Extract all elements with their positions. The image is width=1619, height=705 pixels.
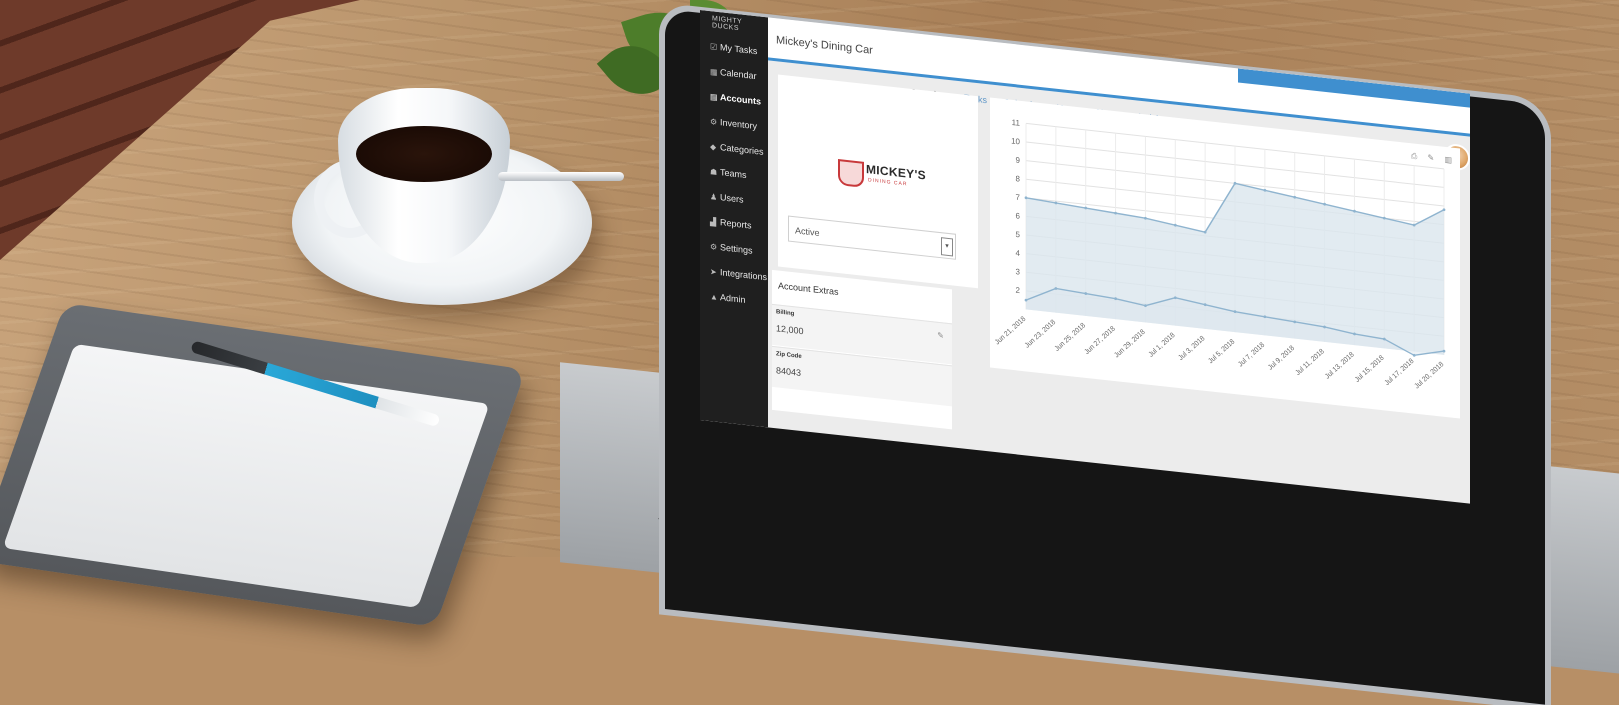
sidebar-item-label: Inventory: [720, 117, 758, 132]
status-select-value: Active: [795, 225, 820, 238]
x-tick-label: Jun 29, 2018: [1113, 328, 1147, 359]
y-tick-label: 10: [1011, 136, 1020, 146]
y-tick-label: 7: [1016, 193, 1021, 203]
x-tick-label: Jul 17, 2018: [1384, 358, 1416, 388]
sidebar-item-teams[interactable]: ☗ Teams: [710, 164, 747, 182]
x-tick-label: Jul 9, 2018: [1267, 345, 1296, 372]
sidebar-item-label: Teams: [720, 167, 747, 181]
x-tick-label: Jun 21, 2018: [994, 315, 1028, 346]
coffee-image: [356, 126, 492, 182]
sidebar-item-label: Reports: [720, 217, 752, 231]
sidebar-item-label: Calendar: [720, 67, 757, 82]
spoon-image: [498, 172, 624, 181]
sidebar-item-admin[interactable]: ▲ Admin: [710, 289, 746, 307]
x-tick-label: Jul 5, 2018: [1207, 338, 1236, 365]
x-tick-label: Jul 15, 2018: [1354, 354, 1386, 384]
y-tick-label: 3: [1016, 267, 1021, 277]
y-tick-label: 6: [1016, 211, 1021, 221]
sidebar-item-integrations[interactable]: ➤ Integrations: [710, 264, 767, 284]
account-logo: MICKEY'S DINING CAR: [838, 155, 928, 199]
data-point: [1024, 196, 1028, 200]
sidebar-item-users[interactable]: ♟ Users: [710, 189, 744, 207]
chevron-down-icon: ▾: [941, 237, 953, 257]
status-select[interactable]: Active ▾: [788, 215, 956, 260]
page-title: Mickey's Dining Car: [776, 34, 873, 57]
sidebar-item-calendar[interactable]: ▦ Calendar: [710, 64, 757, 83]
user-icon: ♟: [710, 192, 718, 202]
calendar-icon: ▦: [710, 67, 718, 77]
building-icon: ▤: [710, 92, 718, 102]
x-tick-label: Jul 1, 2018: [1148, 332, 1177, 359]
y-tick-label: 9: [1016, 155, 1021, 165]
x-tick-label: Jun 25, 2018: [1054, 322, 1088, 353]
x-tick-label: Jul 11, 2018: [1294, 348, 1326, 377]
y-tick-label: 5: [1016, 230, 1021, 240]
y-tick-label: 4: [1016, 248, 1021, 258]
area-chart: 234567891011Jun 21, 2018Jun 23, 2018Jun …: [994, 118, 1446, 391]
drawing-tablet-surface: [2, 343, 490, 608]
lock-icon: ▲: [710, 292, 718, 302]
sidebar-item-label: Admin: [720, 292, 746, 305]
chart-icon: ▟: [710, 217, 717, 227]
coffee-cup-icon: [838, 158, 864, 188]
sidebar-item-my-tasks[interactable]: ☑ My Tasks: [710, 39, 757, 58]
sidebar-item-label: My Tasks: [720, 42, 758, 57]
chart-card: ⎙ ✎ ▥ 2 3 4 5 6 7 8 9 10 11 Jun 21, 2018 Jun 23, 20…: [990, 97, 1460, 419]
billing-label: Billing: [776, 309, 795, 318]
x-tick-label: Jul 3, 2018: [1177, 335, 1206, 362]
sidebar-item-label: Accounts: [720, 92, 762, 107]
sidebar-item-label: Categories: [720, 142, 764, 157]
checkbox-icon: ☑: [710, 42, 718, 52]
y-tick-label: 11: [1012, 118, 1021, 128]
brand-logo: MIGHTY DUCKS: [712, 15, 743, 33]
app-screen: MIGHTY DUCKS ☑ My Tasks ▦ Calendar ▤ Accounts…: [700, 10, 1470, 504]
plane-icon: ➤: [710, 267, 717, 277]
account-logo-card: MICKEY'S DINING CAR Active ▾: [778, 74, 978, 289]
x-tick-label: Jun 27, 2018: [1083, 325, 1117, 356]
team-icon: ☗: [710, 167, 718, 177]
gears-icon: ⚙: [710, 242, 718, 252]
x-tick-label: Jun 23, 2018: [1024, 319, 1058, 350]
y-tick-label: 8: [1016, 174, 1021, 184]
sidebar-item-inventory[interactable]: ⚙ Inventory: [710, 114, 757, 133]
sidebar-item-reports[interactable]: ▟ Reports: [710, 214, 752, 233]
sidebar-item-label: Users: [720, 192, 744, 205]
tag-icon: ◆: [710, 142, 717, 152]
sidebar-item-accounts[interactable]: ▤ Accounts: [710, 89, 761, 109]
sidebar-item-settings[interactable]: ⚙ Settings: [710, 239, 753, 258]
zip-code-value: 84043: [776, 365, 802, 378]
sidebar: MIGHTY DUCKS ☑ My Tasks ▦ Calendar ▤ Accounts…: [700, 10, 768, 428]
account-extras-title: Account Extras: [778, 280, 839, 298]
x-tick-label: Jul 20, 2018: [1414, 361, 1446, 391]
sidebar-item-categories[interactable]: ◆ Categories: [710, 139, 764, 159]
sidebar-item-label: Settings: [720, 242, 753, 256]
y-tick-label: 2: [1016, 286, 1021, 296]
billing-value: 12,000: [776, 323, 804, 337]
sidebar-item-label: Integrations: [720, 267, 768, 283]
zip-code-label: Zip Code: [776, 351, 802, 361]
account-extras-card: Account Extras Billing 12,000 ✎ Zip Code…: [772, 269, 952, 430]
x-tick-label: Jul 7, 2018: [1237, 341, 1266, 368]
boxes-icon: ⚙: [710, 117, 718, 127]
edit-icon[interactable]: ✎: [937, 331, 944, 341]
x-tick-label: Jul 13, 2018: [1324, 351, 1356, 381]
